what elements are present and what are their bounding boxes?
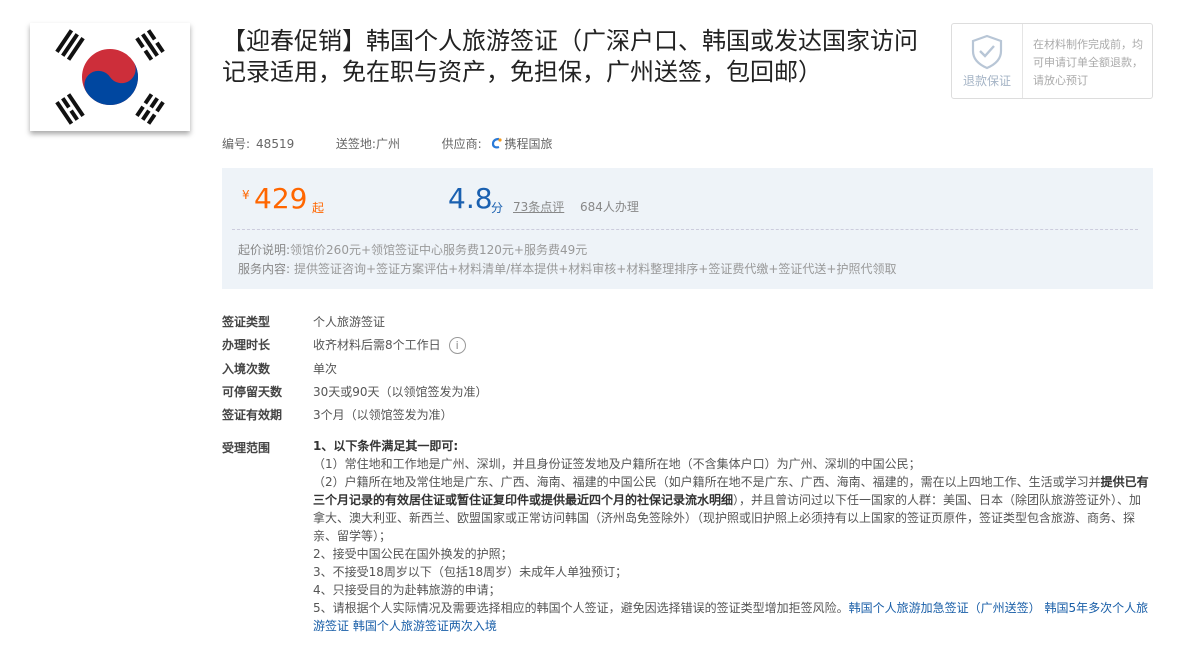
attr-value-stay: 30天或90天（以领馆签发为准） [313, 385, 488, 399]
price-note: 起价说明:领馆价260元+领馆签证中心服务费120元+服务费49元 [238, 241, 587, 258]
supplier-logo-icon [492, 137, 503, 149]
scope-content: 1、以下条件满足其一即可: （1）常住地和工作地是广州、深圳，并且身份证签发地及… [313, 437, 1153, 635]
attr-value-visa-type: 个人旅游签证 [313, 315, 386, 329]
supplier-label: 供应商: [441, 137, 482, 151]
scope-line-1: 1、以下条件满足其一即可: [313, 439, 459, 453]
scope-line-2: （1）常住地和工作地是广州、深圳，并且身份证签发地及户籍所在地（不含集体户口）为… [313, 457, 921, 471]
service-content: 服务内容: 提供签证咨询+签证方案评估+材料清单/样本提供+材料审核+材料整理排序… [238, 260, 896, 277]
scope-line-4: 2、接受中国公民在国外换发的护照； [313, 547, 513, 561]
handled-count: 684人办理 [580, 200, 639, 214]
related-link-urgent[interactable]: 韩国个人旅游加急签证（广州送签） [849, 601, 1041, 615]
price-divider [232, 229, 1138, 230]
id-value: 48519 [256, 137, 295, 151]
attr-label-duration: 办理时长 [222, 338, 271, 352]
scope-label: 受理范围 [222, 441, 271, 455]
product-title: 【迎春促销】韩国个人旅游签证（广深户口、韩国或发达国家访问记录适用，免在职与资产… [222, 27, 918, 86]
scope-line-5: 3、不接受18周岁以下（包括18周岁）未成年人单独预订； [313, 565, 628, 579]
location-label: 送签地: [335, 137, 376, 151]
rating-score: 4.8 [448, 182, 493, 215]
service-value: 提供签证咨询+签证方案评估+材料清单/样本提供+材料审核+材料整理排序+签证费代… [294, 262, 897, 276]
price-note-label: 起价说明: [238, 243, 291, 257]
guarantee-text: 在材料制作完成前，均可申请订单全额退款，请放心预订 [1033, 38, 1143, 87]
duration-text: 收齐材料后需8个工作日 [313, 338, 441, 352]
attr-label-validity: 签证有效期 [222, 408, 283, 422]
price-panel: ¥ 429 起 4.8 分 73条点评 684人办理 起价说明:领馆价260元+… [222, 168, 1153, 289]
attr-value-entries: 单次 [313, 362, 338, 376]
attr-label-entries: 入境次数 [222, 362, 271, 376]
product-flag-image [30, 23, 190, 131]
price-note-value: 领馆价260元+领馆签证中心服务费120元+服务费49元 [290, 243, 588, 257]
location-value: 广州 [375, 137, 400, 151]
scope-line-6: 4、只接受目的为赴韩旅游的申请； [313, 583, 501, 597]
scope-line-7: 5、请根据个人实际情况及需要选择相应的韩国个人签证，避免因选择错误的签证类型增加… [313, 601, 1149, 633]
attr-value-duration: 收齐材料后需8个工作日 i [313, 336, 466, 354]
supplier-value[interactable]: 携程国旅 [504, 137, 552, 151]
price-value: 429 [254, 182, 308, 215]
rating-unit: 分 [491, 201, 504, 215]
info-icon[interactable]: i [448, 337, 466, 354]
attr-value-validity: 3个月（以领馆签发为准） [313, 408, 453, 422]
shield-check-icon [971, 34, 1003, 70]
guarantee-badge: 退款保证 [952, 24, 1023, 98]
id-label: 编号: [222, 137, 251, 151]
related-link-double[interactable]: 韩国个人旅游签证两次入境 [353, 619, 497, 633]
service-label: 服务内容: [238, 262, 291, 276]
attr-label-stay: 可停留天数 [222, 385, 283, 399]
price-unit: 起 [312, 201, 325, 215]
product-meta: 编号: 48519 送签地:广州 供应商: 携程国旅 [222, 135, 559, 152]
scope-line-3: （2）户籍所在地及常住地是广东、广西、海南、福建的中国公民（如户籍所在地不是广东… [313, 475, 1149, 543]
refund-guarantee-box: 退款保证 在材料制作完成前，均可申请订单全额退款，请放心预订 [951, 23, 1153, 99]
price-currency: ¥ [242, 188, 250, 202]
reviews-link[interactable]: 73条点评 [513, 198, 564, 215]
attr-label-visa-type: 签证类型 [222, 315, 271, 329]
guarantee-label: 退款保证 [962, 74, 1011, 88]
